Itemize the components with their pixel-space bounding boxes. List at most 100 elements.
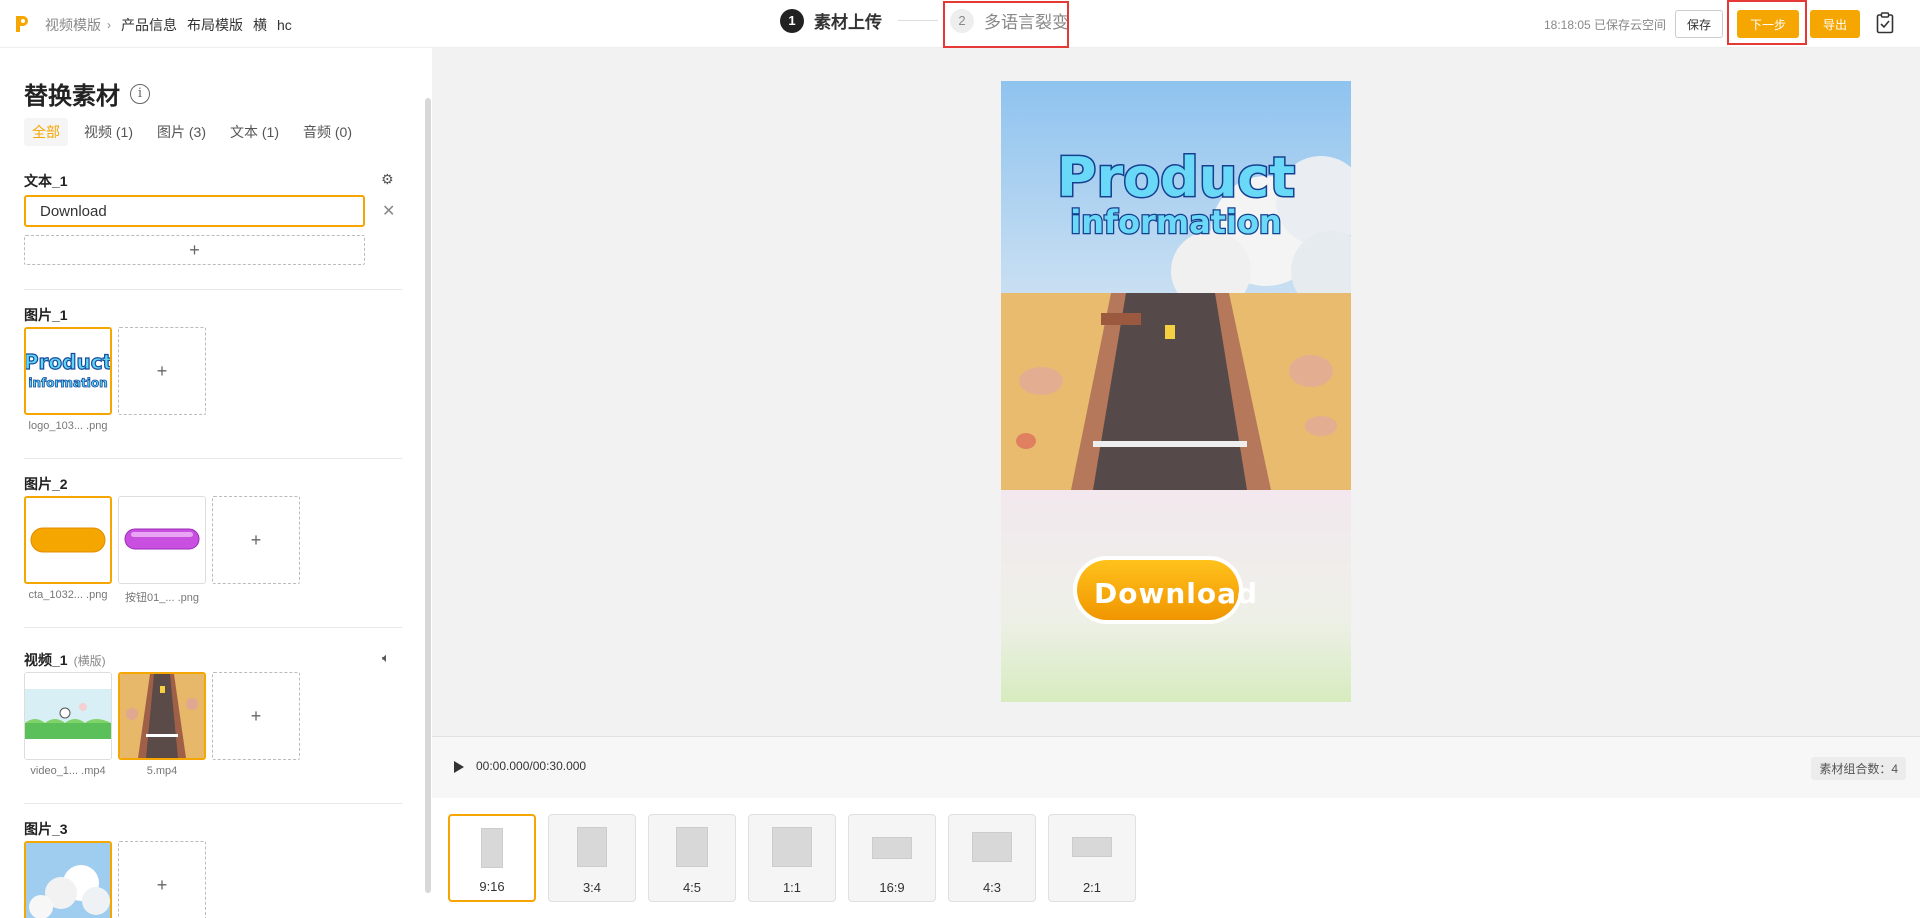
filter-video[interactable]: 视频 (1) — [76, 118, 141, 146]
thumb-list: cta_1032... .png 按钮01_... .png + — [24, 496, 300, 605]
thumb-item[interactable]: video_1... .mp4 — [24, 672, 112, 777]
ratio-shape — [772, 827, 812, 867]
add-video-button[interactable]: + — [212, 672, 300, 760]
file-name: logo_103... .png — [28, 420, 108, 432]
ratio-label: 4:5 — [682, 880, 702, 895]
image-thumbnail[interactable] — [118, 496, 206, 584]
ratio-label: 2:1 — [1082, 880, 1102, 895]
save-button[interactable]: 保存 — [1675, 10, 1723, 38]
ratio-option-9-16[interactable]: 9:16 — [448, 814, 536, 902]
step-connector — [898, 20, 938, 21]
aspect-ratio-bar: 9:16 3:4 4:5 1:1 16:9 4:3 2:1 — [432, 798, 1920, 918]
divider — [24, 627, 402, 628]
preview-image: Product information Download — [1001, 81, 1351, 702]
ratio-option-4-5[interactable]: 4:5 — [648, 814, 736, 902]
thumb-item[interactable]: 按钮01_... .png — [118, 496, 206, 605]
image-thumbnail[interactable] — [24, 841, 112, 918]
logo-line-2: information — [1070, 203, 1281, 241]
ratio-shape — [1072, 837, 1112, 857]
play-icon[interactable] — [454, 761, 464, 773]
app-logo-icon[interactable] — [14, 14, 30, 34]
step-upload[interactable]: 1 素材上传 — [780, 8, 882, 33]
section-image-2: 图片_2 cta_1032... .png 按钮01_... .png + — [24, 474, 402, 614]
ratio-option-1-1[interactable]: 1:1 — [748, 814, 836, 902]
ratio-label: 9:16 — [479, 879, 505, 894]
highlight-box — [943, 1, 1069, 48]
save-status: 18:18:05 已保存云空间 — [1544, 18, 1667, 32]
add-image-button[interactable]: + — [118, 327, 206, 415]
preview-canvas[interactable]: Product information Download — [1001, 81, 1351, 702]
filter-text[interactable]: 文本 (1) — [222, 118, 287, 146]
section-subtitle: (横版) — [73, 654, 106, 668]
settings-icon[interactable]: ⚙ — [381, 171, 394, 188]
panel-title-text: 替换素材 — [24, 83, 120, 110]
ratio-label: 16:9 — [879, 880, 905, 895]
section-text-1: 文本_1 ⚙ Download ✕ + — [24, 171, 402, 281]
video-thumbnail[interactable] — [24, 672, 112, 760]
export-button[interactable]: 导出 — [1810, 10, 1860, 38]
section-title: 图片_1 — [24, 307, 68, 323]
thumb-list: + — [24, 841, 206, 918]
add-text-button[interactable]: + — [24, 235, 365, 265]
thumb-item: + — [118, 841, 206, 918]
svg-text:information: information — [28, 376, 107, 390]
thumb-item[interactable]: 5.mp4 — [118, 672, 206, 777]
filter-audio[interactable]: 音频 (0) — [295, 118, 360, 146]
divider — [24, 289, 402, 290]
clipboard-check-icon[interactable] — [1876, 12, 1894, 34]
thumb-item[interactable]: Product information logo_103... .png — [24, 327, 112, 432]
ratio-label: 3:4 — [582, 880, 602, 895]
section-title: 图片_3 — [24, 821, 68, 837]
cta-text: Download — [1094, 577, 1258, 610]
panel-scrollbar[interactable] — [425, 98, 431, 893]
ratio-shape — [481, 828, 503, 868]
file-name: video_1... .mp4 — [30, 765, 106, 777]
chevron-right-icon: › — [107, 18, 111, 32]
sky-thumbnail-image — [26, 843, 110, 918]
divider — [24, 458, 402, 459]
ratio-option-16-9[interactable]: 16:9 — [848, 814, 936, 902]
breadcrumb-root[interactable]: 视频模版 — [45, 15, 101, 35]
thumb-item[interactable] — [24, 841, 112, 918]
image-thumbnail[interactable]: Product information — [24, 327, 112, 415]
info-icon[interactable]: i — [130, 83, 150, 104]
top-bar: 视频模版 › 产品信息 布局模版 横 hc 1 素材上传 2 多语言裂变 18:… — [0, 0, 1920, 48]
video-thumbnail-image — [25, 673, 111, 759]
image-thumbnail[interactable] — [24, 496, 112, 584]
add-image-button[interactable]: + — [212, 496, 300, 584]
ratio-option-3-4[interactable]: 3:4 — [548, 814, 636, 902]
step-label: 素材上传 — [814, 13, 882, 32]
combo-count-badge: 素材组合数：4 — [1811, 757, 1906, 780]
timeline-bar: 00:00.000/00:30.000 素材组合数：4 — [432, 736, 1920, 798]
breadcrumb-item: hc — [277, 17, 292, 33]
section-title: 文本_1 — [24, 173, 68, 189]
filter-all[interactable]: 全部 — [24, 118, 68, 146]
thumb-list: Product information logo_103... .png + — [24, 327, 206, 432]
section-title-text: 视频_1 — [24, 652, 68, 668]
svg-text:Product: Product — [26, 350, 110, 374]
section-image-1: 图片_1 Product information logo_103... .pn… — [24, 305, 402, 445]
text-value-input[interactable]: Download — [24, 195, 365, 227]
thumb-list: video_1... .mp4 5.mp4 + — [24, 672, 300, 777]
logo-line-1: Product — [1057, 146, 1295, 209]
add-image-button[interactable]: + — [118, 841, 206, 918]
thumb-item: + — [118, 327, 206, 432]
video-thumbnail[interactable] — [118, 672, 206, 760]
breadcrumb: 视频模版 › 产品信息 布局模版 横 hc — [45, 15, 292, 35]
thumb-item: + — [212, 496, 300, 605]
breadcrumb-item: 产品信息 — [121, 17, 177, 33]
file-name: cta_1032... .png — [28, 589, 108, 601]
ratio-shape — [676, 827, 708, 867]
file-name: 按钮01_... .png — [125, 592, 199, 604]
thumb-item[interactable]: cta_1032... .png — [24, 496, 112, 605]
ratio-option-2-1[interactable]: 2:1 — [1048, 814, 1136, 902]
close-icon[interactable]: ✕ — [382, 201, 395, 221]
speaker-icon[interactable]: 🔈︎ — [382, 650, 390, 666]
logo-thumbnail-image: Product information — [26, 329, 110, 413]
section-video-1: 视频_1 (横版) 🔈︎ video_1... .mp4 5.mp4 + — [24, 650, 402, 790]
breadcrumb-item: 布局模版 — [187, 17, 243, 33]
ratio-shape — [872, 837, 912, 859]
filter-image[interactable]: 图片 (3) — [149, 118, 214, 146]
section-image-3: 图片_3 + — [24, 819, 402, 918]
ratio-option-4-3[interactable]: 4:3 — [948, 814, 1036, 902]
